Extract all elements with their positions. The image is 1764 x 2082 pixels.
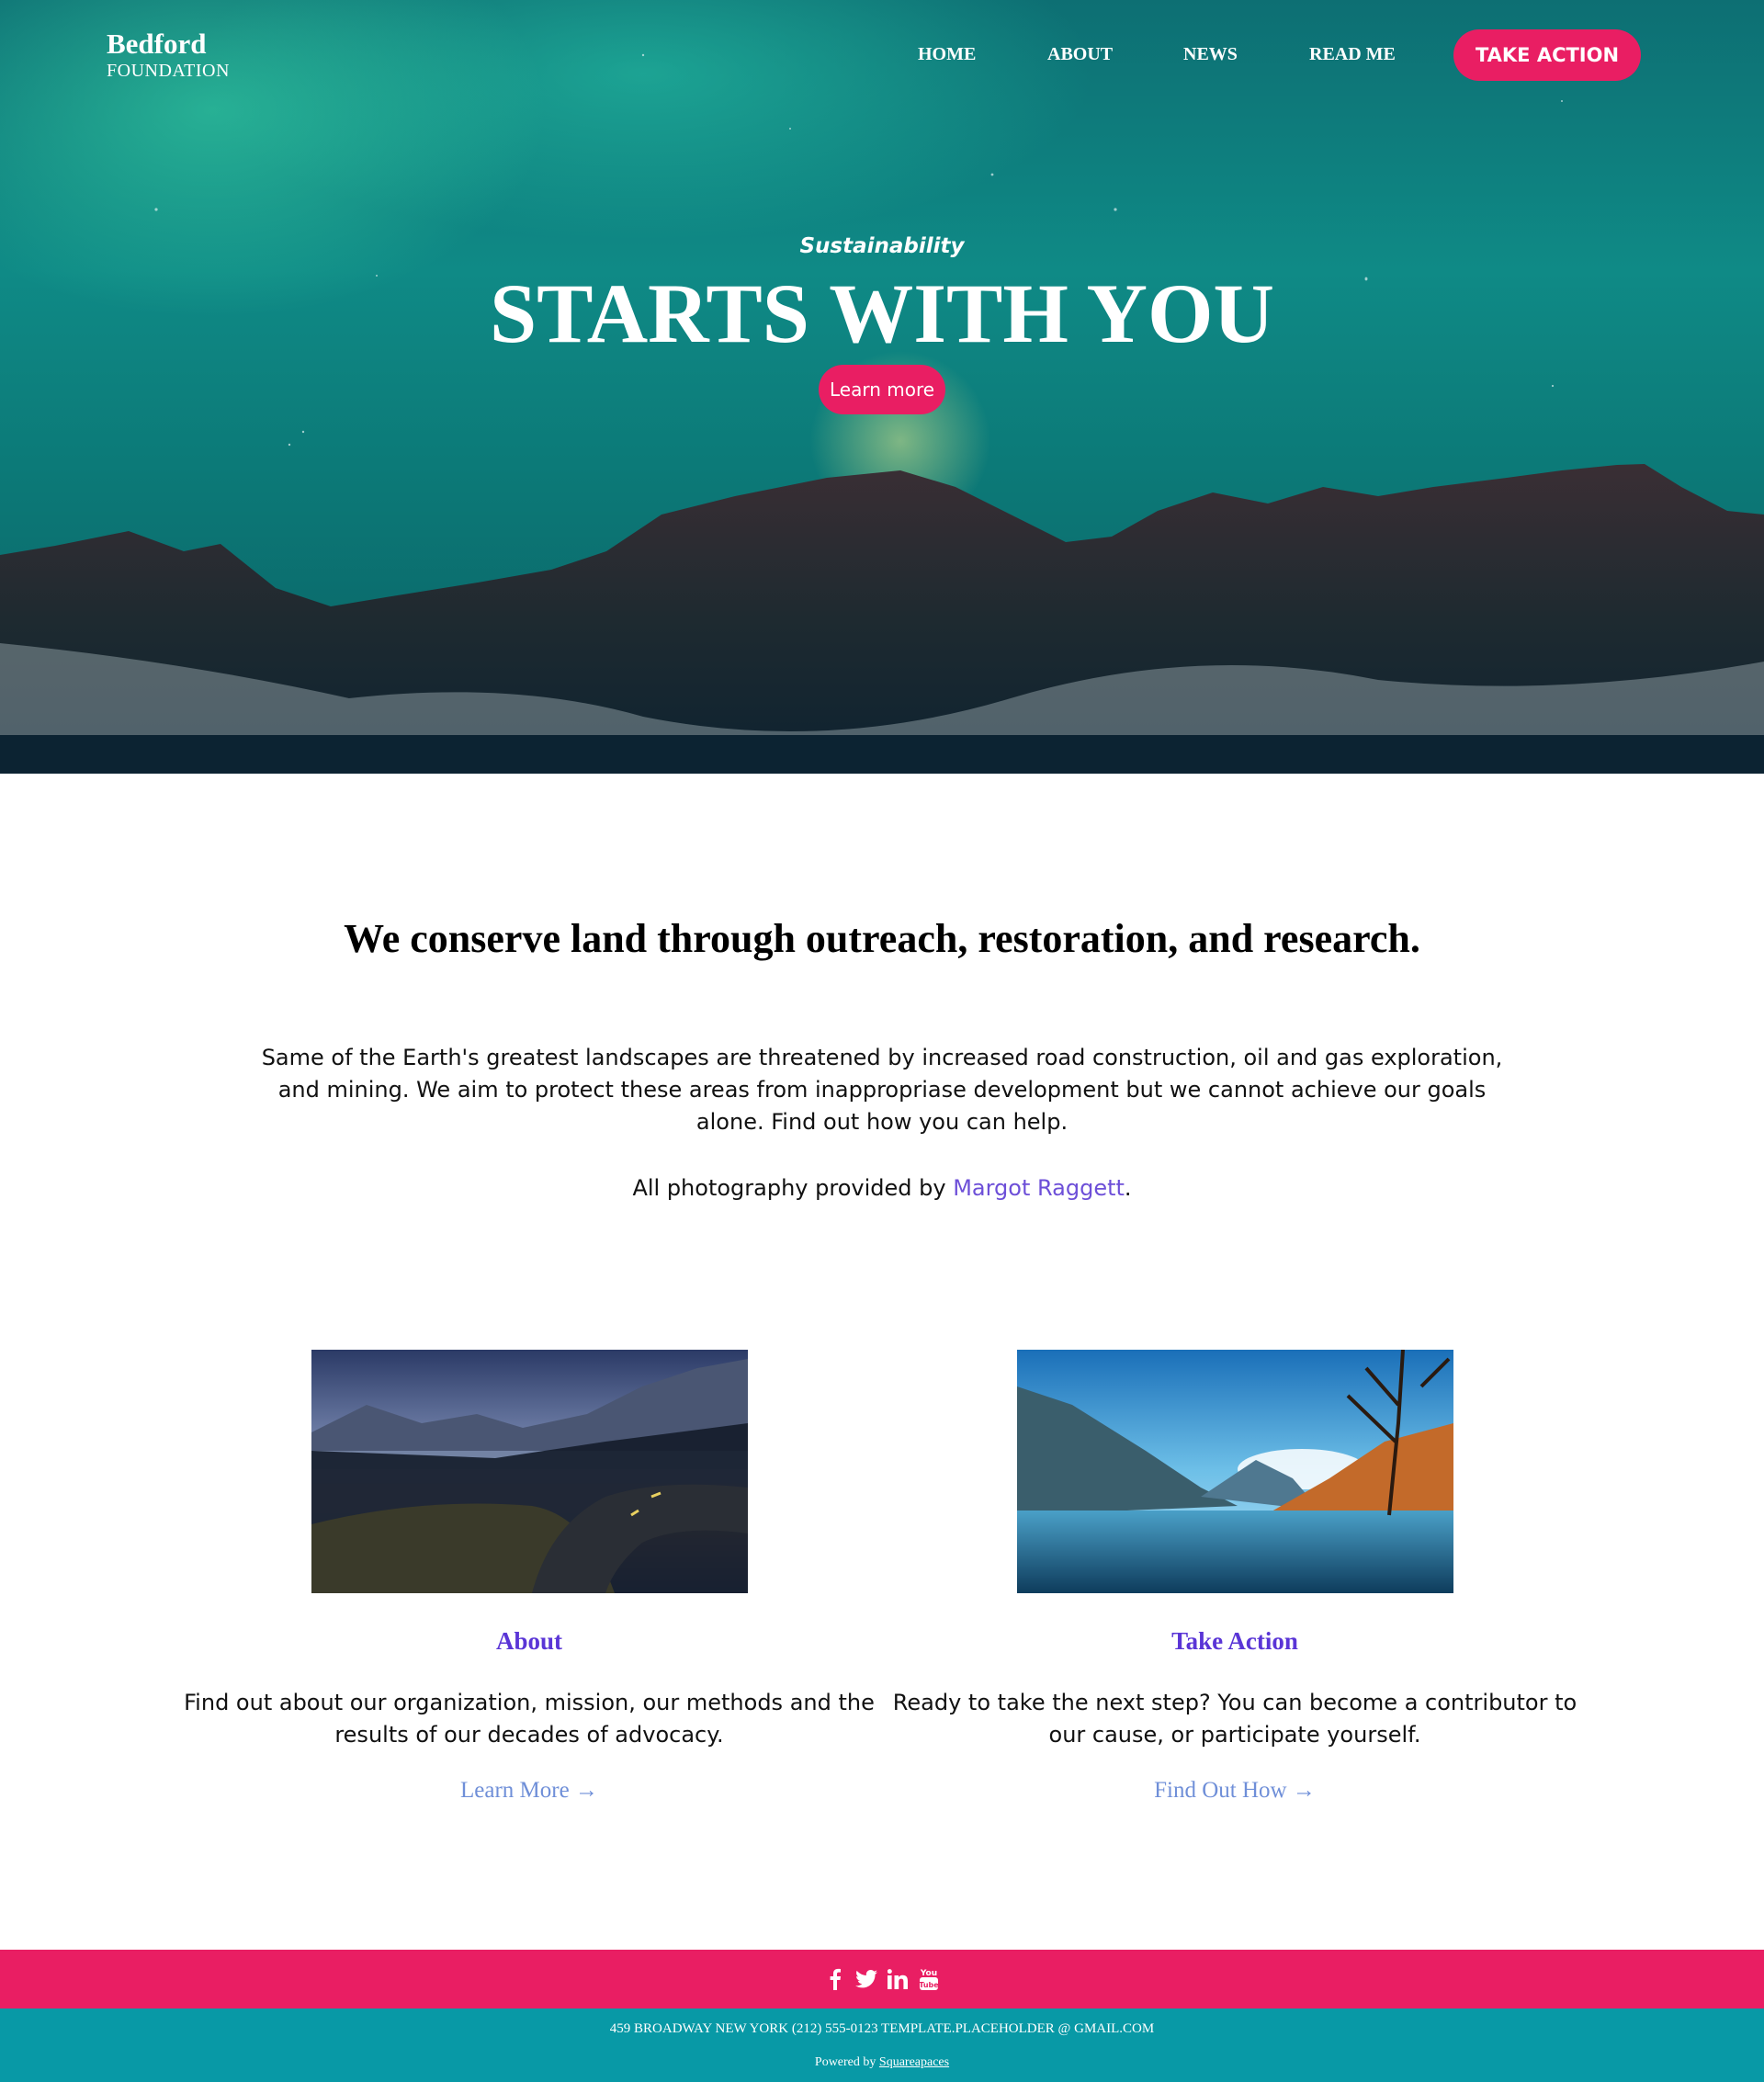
- hero-kicker: Sustainability: [799, 234, 965, 258]
- about-card-image: [311, 1350, 748, 1593]
- nav-about[interactable]: ABOUT: [1047, 44, 1113, 65]
- footer: [0, 2008, 1764, 2082]
- powered-by: Powered by Squareapaces: [0, 2055, 1764, 2070]
- hero-section: Bedford FOUNDATION HOME ABOUT NEWS READ …: [0, 0, 1764, 774]
- take-action-card-text: Ready to take the next step? You can bec…: [892, 1690, 1577, 1748]
- take-action-button[interactable]: TAKE ACTION: [1453, 29, 1641, 81]
- intro-paragraph: Same of the Earth's greatest landscapes …: [261, 1045, 1503, 1135]
- learn-more-button[interactable]: Learn more: [819, 365, 945, 414]
- brand-logo[interactable]: Bedford FOUNDATION: [107, 28, 230, 81]
- take-action-card-image: [1017, 1350, 1453, 1593]
- brand-name: Bedford: [107, 28, 207, 60]
- svg-text:Tube: Tube: [919, 1981, 939, 1989]
- photo-credit: All photography provided by Margot Ragge…: [0, 1172, 1764, 1205]
- intro-heading: We conserve land through outreach, resto…: [344, 916, 1420, 961]
- credit-prefix: All photography provided by: [632, 1175, 954, 1201]
- footer-address: 459 BROADWAY NEW YORK (212) 555-0123 TEM…: [609, 2021, 1155, 2036]
- powered-by-link[interactable]: Squareapaces: [879, 2055, 949, 2069]
- about-learn-more-link[interactable]: Learn More →: [180, 1778, 878, 1804]
- nav-read-me[interactable]: READ ME: [1309, 44, 1396, 65]
- linkedin-icon[interactable]: [886, 1966, 910, 1992]
- twitter-icon[interactable]: [854, 1966, 878, 1992]
- take-action-card-title: Take Action: [1171, 1627, 1298, 1655]
- powered-by-prefix: Powered by: [814, 2055, 879, 2069]
- svg-text:You: You: [920, 1969, 937, 1978]
- facebook-icon[interactable]: [823, 1966, 847, 1992]
- about-card-text: Find out about our organization, mission…: [184, 1690, 875, 1748]
- credit-suffix: .: [1124, 1175, 1132, 1201]
- social-bar: You Tube: [0, 1950, 1764, 2008]
- about-card-title: About: [495, 1627, 563, 1655]
- brand-subtitle: FOUNDATION: [107, 61, 230, 81]
- nav-news[interactable]: NEWS: [1183, 44, 1238, 65]
- youtube-icon[interactable]: You Tube: [917, 1966, 941, 1992]
- photographer-link[interactable]: Margot Raggett: [953, 1175, 1125, 1201]
- nav-home[interactable]: HOME: [918, 44, 976, 65]
- hero-title: STARTS WITH YOU: [490, 266, 1274, 360]
- find-out-how-link[interactable]: Find Out How →: [886, 1778, 1584, 1804]
